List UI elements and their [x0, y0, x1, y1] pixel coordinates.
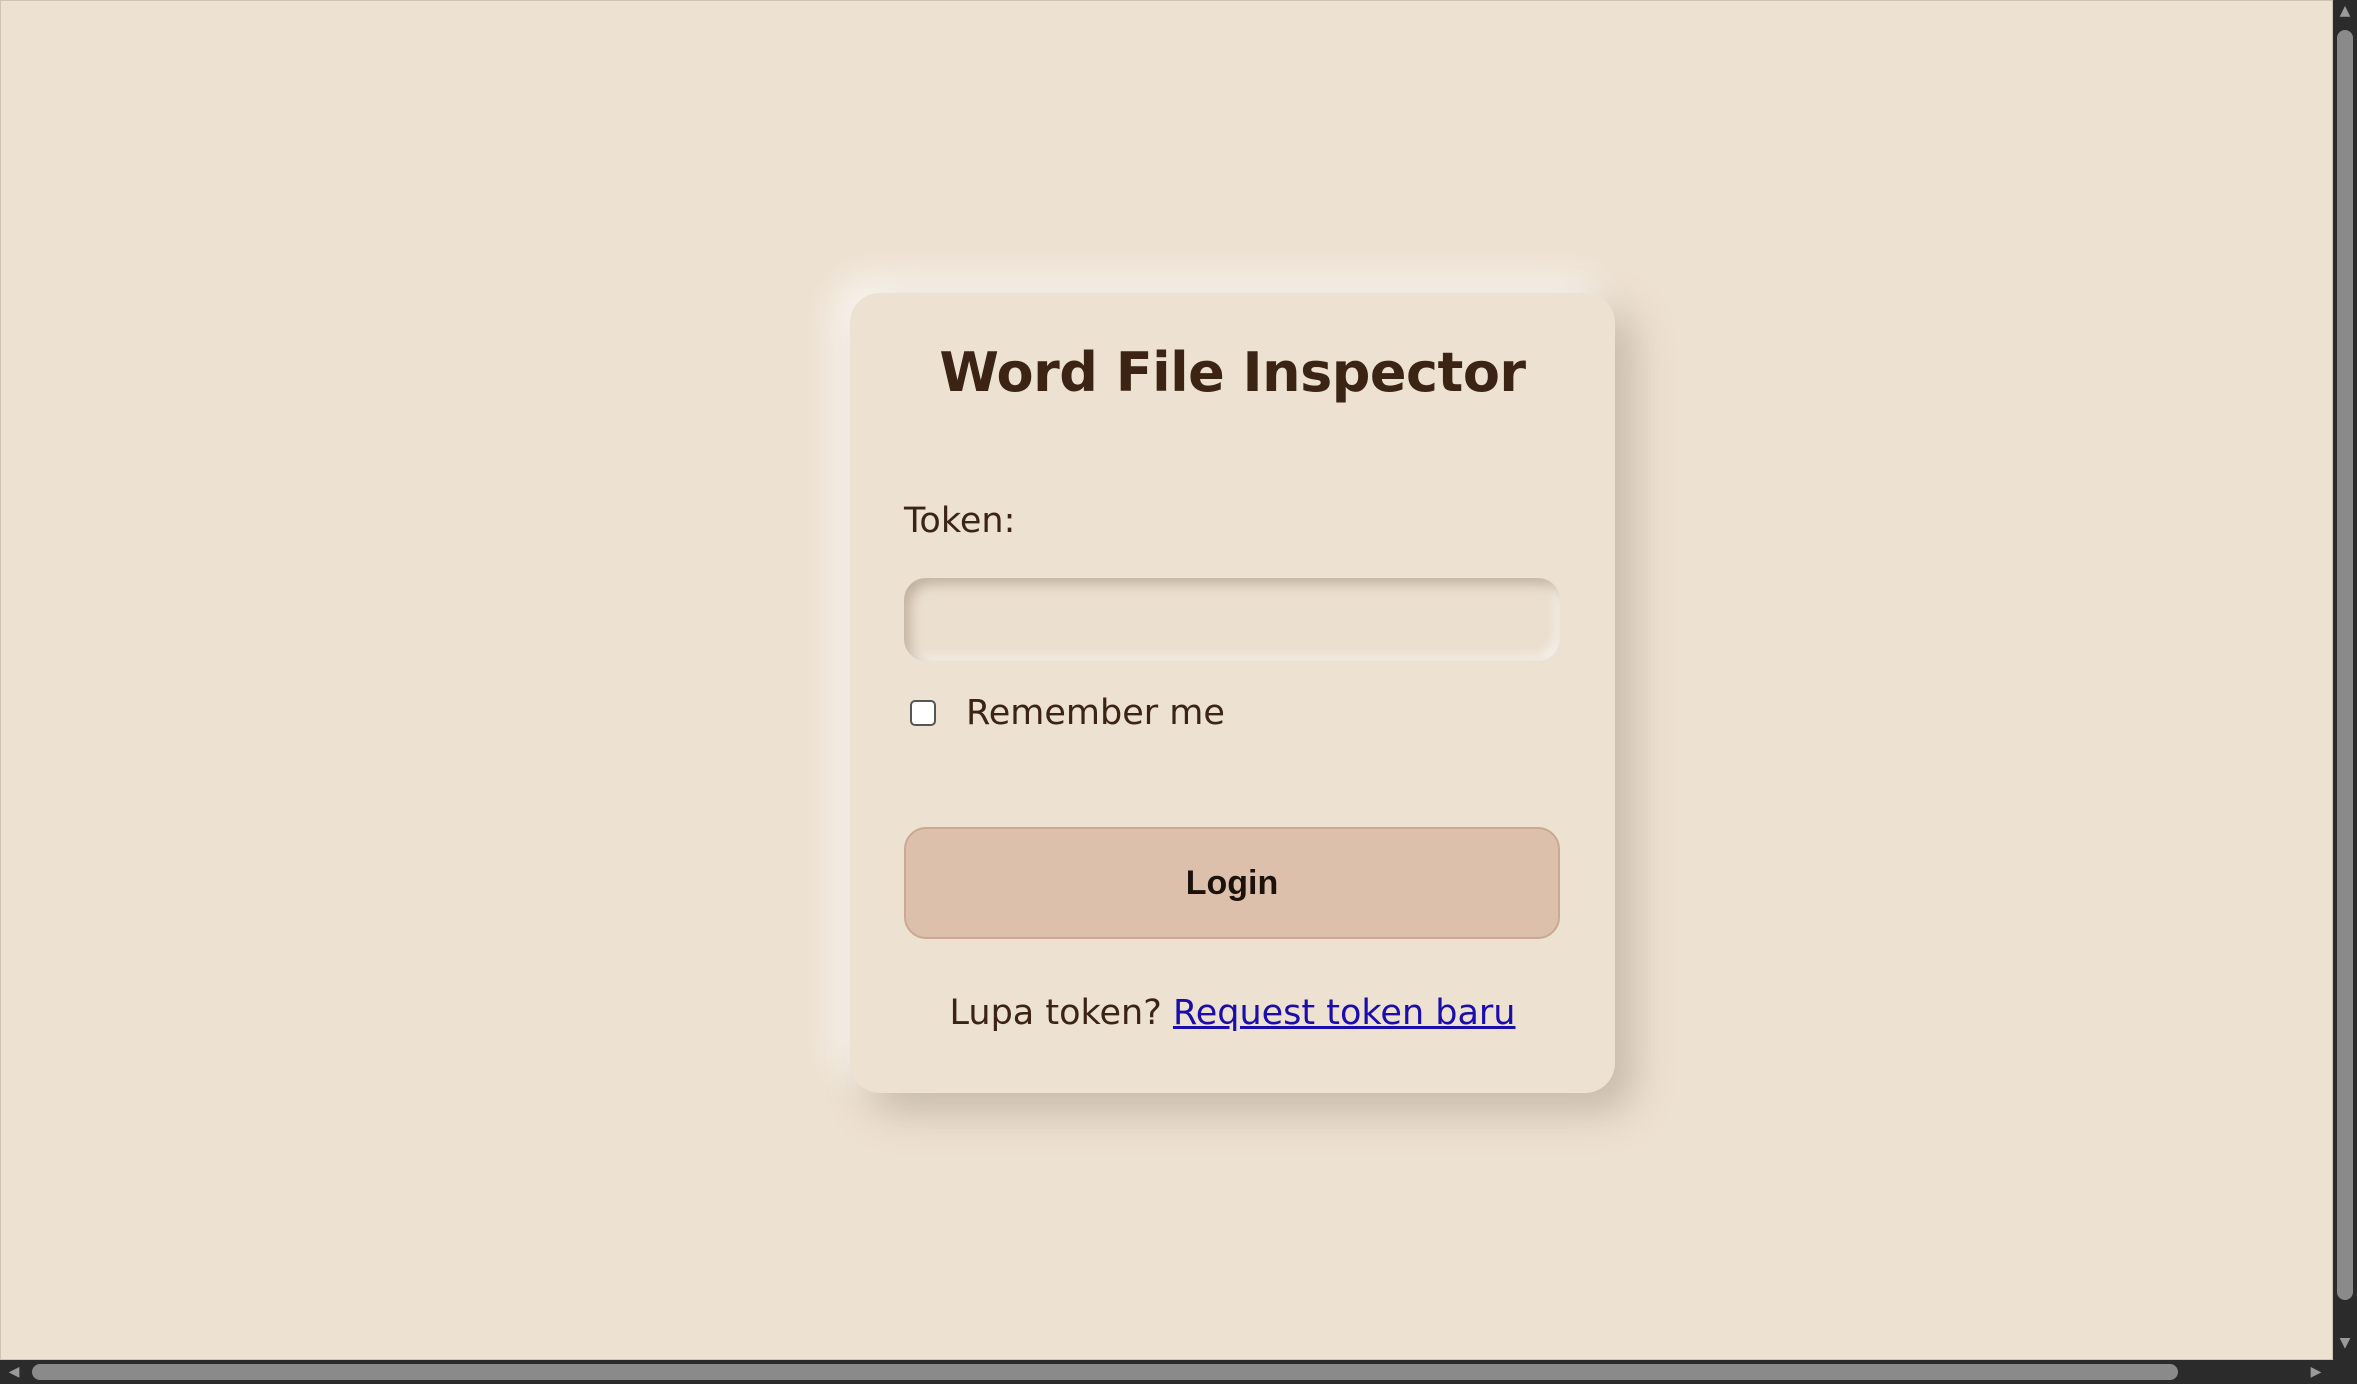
page-title: Word File Inspector — [939, 341, 1526, 404]
vertical-scroll-thumb[interactable] — [2337, 30, 2353, 1300]
scroll-down-icon[interactable]: ▼ — [2335, 1336, 2355, 1350]
forgot-token-text: Lupa token? — [949, 993, 1162, 1033]
scrollbar-corner — [2333, 1360, 2357, 1384]
horizontal-scrollbar[interactable]: ◀ ▶ — [0, 1360, 2333, 1384]
request-token-link[interactable]: Request token baru — [1173, 993, 1516, 1033]
vertical-scrollbar[interactable]: ▲ ▼ — [2333, 0, 2357, 1360]
remember-me-label[interactable]: Remember me — [966, 693, 1225, 733]
scroll-right-icon[interactable]: ▶ — [2306, 1365, 2326, 1379]
horizontal-scroll-thumb[interactable] — [32, 1364, 2178, 1380]
page-viewport: Word File Inspector Token: Remember me L… — [0, 0, 2333, 1360]
remember-me-row[interactable]: Remember me — [910, 693, 1225, 733]
login-button[interactable]: Login — [904, 827, 1560, 939]
login-card: Word File Inspector Token: Remember me L… — [850, 293, 1615, 1093]
forgot-token-row: Lupa token? Request token baru — [850, 993, 1615, 1033]
remember-me-checkbox[interactable] — [910, 700, 936, 726]
scroll-left-icon[interactable]: ◀ — [4, 1365, 24, 1379]
token-label: Token: — [904, 501, 1016, 541]
scroll-up-icon[interactable]: ▲ — [2335, 4, 2355, 18]
token-input[interactable] — [904, 578, 1560, 661]
